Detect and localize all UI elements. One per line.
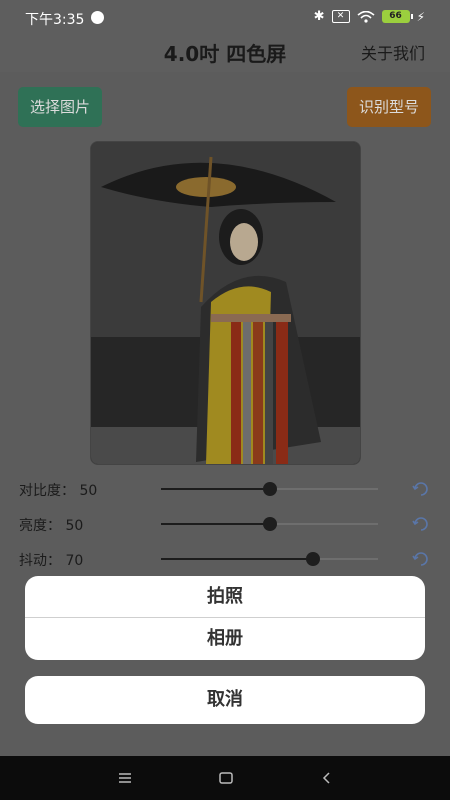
system-nav-bar: [0, 756, 450, 800]
header: 4.0吋 四色屏 关于我们: [0, 34, 450, 72]
identify-model-button[interactable]: 识别型号: [346, 87, 431, 127]
brightness-slider-row: 亮度： 50: [19, 512, 431, 536]
menu-icon[interactable]: [117, 770, 133, 786]
contrast-reset-icon[interactable]: [411, 479, 431, 499]
notification-icon: [91, 11, 104, 24]
brightness-reset-icon[interactable]: [411, 514, 431, 534]
contrast-label: 对比度： 50: [19, 483, 98, 499]
brightness-slider-thumb[interactable]: [262, 517, 277, 531]
contrast-slider[interactable]: [161, 482, 378, 496]
bolt-icon: ⚡: [416, 9, 425, 24]
dither-slider[interactable]: [161, 552, 378, 566]
status-time: 下午3:35: [25, 12, 85, 28]
album-option[interactable]: 相册: [25, 618, 425, 659]
take-photo-option[interactable]: 拍照: [25, 576, 425, 617]
bluetooth-icon: ✱: [313, 9, 325, 24]
dither-slider-thumb[interactable]: [305, 552, 320, 566]
battery-icon: 66: [381, 10, 413, 23]
wifi-icon: [357, 10, 375, 23]
status-icons: ✱ ✕ 66 ⚡: [314, 9, 425, 24]
contrast-slider-thumb[interactable]: [262, 482, 277, 496]
status-bar: 下午3:35 ✱ ✕ 66 ⚡: [0, 0, 450, 34]
about-us-link[interactable]: 关于我们: [361, 40, 425, 64]
dither-slider-row: 抖动： 70: [19, 547, 431, 571]
select-image-button[interactable]: 选择图片: [18, 87, 103, 127]
contrast-slider-row: 对比度： 50: [19, 477, 431, 501]
dither-reset-icon[interactable]: [411, 549, 431, 569]
photo-icon: [91, 142, 360, 464]
back-icon[interactable]: [319, 770, 335, 786]
cancel-button[interactable]: 取消: [25, 676, 425, 724]
brightness-label: 亮度： 50: [19, 518, 84, 534]
preview-image: [90, 141, 361, 465]
action-sheet: 拍照 相册: [25, 576, 425, 660]
sim-icon: ✕: [331, 10, 350, 23]
home-icon[interactable]: [218, 770, 234, 786]
dither-label: 抖动： 70: [19, 553, 84, 569]
brightness-slider[interactable]: [161, 517, 378, 531]
